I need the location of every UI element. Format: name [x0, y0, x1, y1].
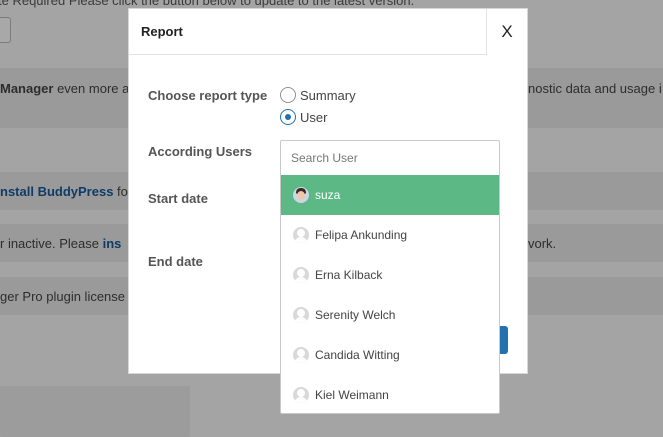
close-button[interactable]: X	[486, 9, 527, 55]
radio-user-label: User	[300, 109, 328, 125]
user-option-suza[interactable]: suza	[281, 175, 499, 215]
user-name: Erna Kilback	[315, 268, 383, 282]
radio-summary-label: Summary	[300, 87, 356, 103]
user-list: suza Felipa Ankunding Erna Kilback Seren…	[281, 175, 499, 415]
end-date-label: End date	[148, 254, 203, 269]
user-name: Felipa Ankunding	[315, 228, 408, 242]
default-avatar-icon	[293, 267, 309, 283]
user-name: Serenity Welch	[315, 308, 396, 322]
notice-text-4: ger Pro plugin license	[0, 289, 126, 304]
user-option-candida-witting[interactable]: Candida Witting	[281, 335, 499, 375]
radio-summary-circle[interactable]	[280, 87, 296, 103]
user-name: Kiel Weimann	[315, 388, 389, 402]
submit-button[interactable]	[500, 326, 508, 354]
user-name: suza	[315, 188, 341, 202]
install-link: ins	[102, 236, 122, 251]
user-option-serenity-welch[interactable]: Serenity Welch	[281, 295, 499, 335]
according-users-label: According Users	[148, 144, 253, 159]
start-date-label: Start date	[148, 191, 208, 206]
radio-user-circle[interactable]	[280, 109, 296, 125]
manager-text: Manager	[0, 81, 54, 96]
notice-text-3-right: vork.	[528, 236, 557, 251]
default-avatar-icon	[293, 387, 309, 403]
background-panel	[0, 386, 190, 437]
default-avatar-icon	[293, 307, 309, 323]
radio-user[interactable]: User	[280, 109, 327, 125]
notice-text-1: even more a	[53, 81, 130, 96]
modal-title: Report	[141, 24, 183, 39]
notice-text-2: fo	[113, 184, 128, 199]
notice-text-1-right: nostic data and usage i	[528, 81, 662, 96]
default-avatar-icon	[293, 347, 309, 363]
avatar	[293, 187, 309, 203]
user-option-kiel-weimann[interactable]: Kiel Weimann	[281, 375, 499, 415]
notice-text-3: r inactive. Please	[0, 236, 103, 251]
user-name: Candida Witting	[315, 348, 400, 362]
update-notice: te Required Please click the button belo…	[0, 0, 415, 8]
modal-header: Report X	[129, 9, 527, 55]
update-button	[0, 17, 11, 43]
report-type-label: Choose report type	[148, 88, 268, 103]
default-avatar-icon	[293, 227, 309, 243]
user-option-erna-kilback[interactable]: Erna Kilback	[281, 255, 499, 295]
radio-summary[interactable]: Summary	[280, 87, 356, 103]
user-option-felipa-ankunding[interactable]: Felipa Ankunding	[281, 215, 499, 255]
search-user-input[interactable]	[281, 141, 499, 175]
user-select-dropdown: suza Felipa Ankunding Erna Kilback Seren…	[280, 140, 500, 414]
install-buddypress-link: nstall BuddyPress	[0, 184, 114, 199]
